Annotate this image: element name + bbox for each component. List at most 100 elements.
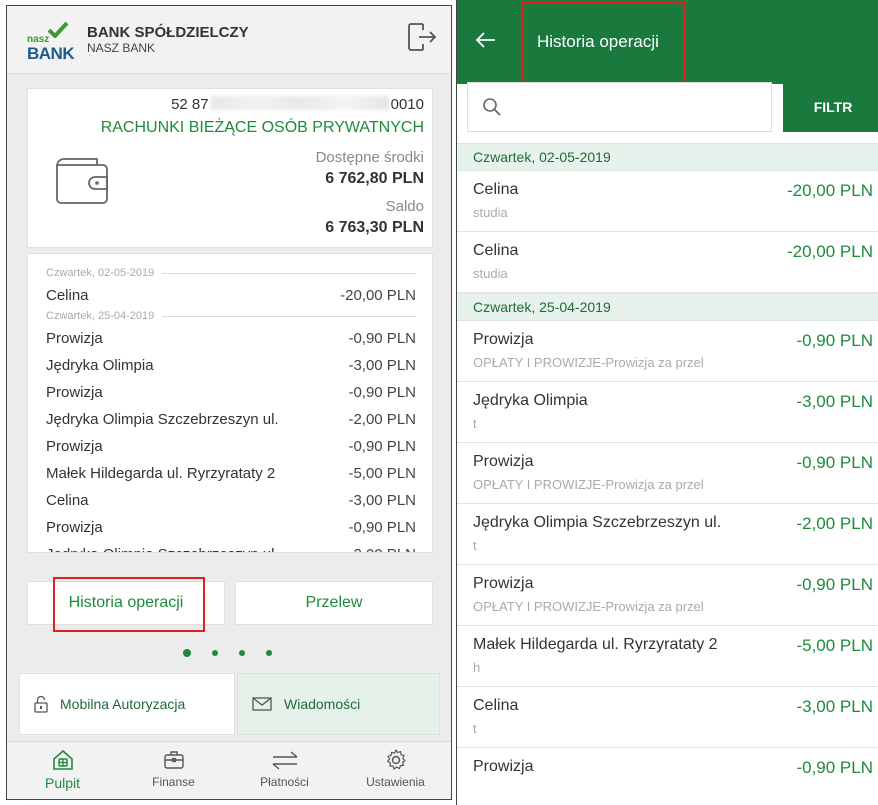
back-arrow-icon[interactable] <box>475 30 497 50</box>
operation-row[interactable]: Celina -20,00 PLN <box>46 282 416 309</box>
operation-row[interactable]: Jędryka Olimpia Szczebrzeszyn ul. -2,00 P… <box>46 541 416 552</box>
transaction-name: Małek Hildegarda ul. Ryrzyrataty 2 <box>473 636 718 653</box>
bank-logo: nasz BANK <box>27 22 79 63</box>
account-card[interactable]: 52 87 0010 RACHUNKI BIEŻĄCE OSÓB PRYWATNY… <box>27 88 433 248</box>
filter-button[interactable]: FILTR <box>783 82 878 132</box>
nav-pulpit[interactable]: Pulpit <box>7 742 118 799</box>
nav-finanse-label: Finanse <box>152 775 195 789</box>
search-input[interactable] <box>512 93 762 123</box>
transaction-amount: -0,90 PLN <box>796 758 873 777</box>
carousel-dot[interactable] <box>239 650 245 656</box>
date-section-header: Czwartek, 02-05-2019 <box>457 143 878 171</box>
nav-ustawienia[interactable]: Ustawienia <box>340 742 451 799</box>
account-number-masked <box>210 96 389 110</box>
carousel-dots[interactable] <box>183 649 272 657</box>
transaction-name: Celina <box>473 697 519 714</box>
transfer-button[interactable]: Przelew <box>235 581 433 625</box>
transaction-name: Prowizja <box>473 758 534 775</box>
transaction-name: Jędryka Olimpia <box>473 392 588 409</box>
operation-name: Małek Hildegarda ul. Ryrzyrataty 2 <box>46 465 276 482</box>
operation-name: Celina <box>46 492 89 509</box>
wallet-icon <box>56 158 108 204</box>
transaction-row[interactable]: Prowizja -0,90 PLN <box>457 748 878 805</box>
operation-row[interactable]: Małek Hildegarda ul. Ryrzyrataty 2 -5,00 … <box>46 460 416 487</box>
date-divider <box>162 315 416 317</box>
home-icon <box>52 749 73 770</box>
transaction-amount: -0,90 PLN <box>796 575 873 594</box>
transaction-row[interactable]: Prowizja OPŁATY I PROWIZJE-Prowizja za pr… <box>457 321 878 382</box>
transaction-description: OPŁATY I PROWIZJE-Prowizja za przel <box>473 477 704 492</box>
transaction-row[interactable]: Małek Hildegarda ul. Ryrzyrataty 2 h -5,00… <box>457 626 878 687</box>
operation-row[interactable]: Jędryka Olimpia Szczebrzeszyn ul. -2,00 P… <box>46 406 416 433</box>
operation-amount: -0,90 PLN <box>348 330 416 347</box>
transaction-row[interactable]: Celina studia -20,00 PLN <box>457 171 878 232</box>
transaction-amount: -2,00 PLN <box>796 514 873 533</box>
operation-date-header: Czwartek, 25-04-2019 <box>46 309 416 323</box>
operation-row[interactable]: Prowizja -0,90 PLN <box>46 325 416 352</box>
account-number: 52 87 0010 <box>171 96 424 113</box>
operation-name: Prowizja <box>46 384 103 401</box>
logo-big-text: BANK <box>27 44 75 63</box>
operation-amount: -5,00 PLN <box>348 465 416 482</box>
bottom-navigation: Pulpit Finanse Płatności Ustawienia <box>7 741 451 799</box>
transaction-row[interactable]: Prowizja OPŁATY I PROWIZJE-Prowizja za pr… <box>457 565 878 626</box>
account-type: RACHUNKI BIEŻĄCE OSÓB PRYWATNYCH <box>100 119 424 136</box>
transaction-row[interactable]: Jędryka Olimpia t -3,00 PLN <box>457 382 878 443</box>
transaction-description: OPŁATY I PROWIZJE-Prowizja za przel <box>473 355 704 370</box>
carousel-dot[interactable] <box>266 650 272 656</box>
nav-platnosci[interactable]: Płatności <box>229 742 340 799</box>
operation-row[interactable]: Prowizja -0,90 PLN <box>46 514 416 541</box>
transaction-description: OPŁATY I PROWIZJE-Prowizja za przel <box>473 599 704 614</box>
transfer-arrows-icon <box>272 751 297 770</box>
operation-row[interactable]: Prowizja -0,90 PLN <box>46 379 416 406</box>
transaction-row[interactable]: Celina studia -20,00 PLN <box>457 232 878 293</box>
logout-button[interactable] <box>405 20 437 54</box>
transaction-description: t <box>473 416 477 431</box>
operation-name: Prowizja <box>46 519 103 536</box>
operation-date-header: Czwartek, 02-05-2019 <box>46 266 416 280</box>
operation-row[interactable]: Jędryka Olimpia -3,00 PLN <box>46 352 416 379</box>
search-box[interactable] <box>467 82 772 132</box>
carousel-dot[interactable] <box>183 649 191 657</box>
operation-name: Jędryka Olimpia Szczebrzeszyn ul. <box>46 411 279 428</box>
carousel-dot[interactable] <box>212 650 218 656</box>
available-funds-label: Dostępne środki <box>315 149 424 166</box>
operation-amount: -0,90 PLN <box>348 519 416 536</box>
operation-amount: -0,90 PLN <box>348 384 416 401</box>
mobile-authorization-tile[interactable]: Mobilna Autoryzacja <box>19 673 235 735</box>
transaction-row[interactable]: Prowizja OPŁATY I PROWIZJE-Prowizja za pr… <box>457 443 878 504</box>
balance-label: Saldo <box>385 198 424 215</box>
account-number-start: 52 87 <box>171 96 209 113</box>
app-header: nasz BANK BANK SPÓŁDZIELCZY NASZ BANK <box>7 6 451 74</box>
nav-ustawienia-label: Ustawienia <box>366 775 425 789</box>
transaction-amount: -0,90 PLN <box>796 331 873 350</box>
operation-name: Celina <box>46 287 89 304</box>
operation-amount: -2,00 PLN <box>348 546 416 552</box>
gear-icon <box>386 749 406 770</box>
date-section-header: Czwartek, 25-04-2019 <box>457 293 878 321</box>
messages-label: Wiadomości <box>284 696 361 712</box>
padlock-icon <box>34 695 48 713</box>
transaction-amount: -3,00 PLN <box>796 392 873 411</box>
operation-amount: -2,00 PLN <box>348 411 416 428</box>
date-divider <box>162 272 416 274</box>
account-number-end: 0010 <box>390 96 424 113</box>
operation-row[interactable]: Celina -3,00 PLN <box>46 487 416 514</box>
operation-row[interactable]: Prowizja -0,90 PLN <box>46 433 416 460</box>
transaction-row[interactable]: Celina t -3,00 PLN <box>457 687 878 748</box>
transaction-name: Prowizja <box>473 453 534 470</box>
transaction-name: Prowizja <box>473 331 534 348</box>
operations-list: Czwartek, 02-05-2019 Celina studia -20,00 P… <box>457 143 878 805</box>
bank-subtitle: NASZ BANK <box>87 41 156 55</box>
operation-amount: -20,00 PLN <box>340 287 416 304</box>
nav-finanse[interactable]: Finanse <box>118 742 229 799</box>
bank-name: BANK SPÓŁDZIELCZY <box>87 24 249 41</box>
transaction-description: h <box>473 660 481 675</box>
transaction-name: Celina <box>473 242 519 259</box>
messages-tile[interactable]: Wiadomości <box>237 673 440 735</box>
transaction-row[interactable]: Jędryka Olimpia Szczebrzeszyn ul. t -2,00 … <box>457 504 878 565</box>
transaction-description: studia <box>473 205 508 220</box>
operation-amount: -3,00 PLN <box>348 492 416 509</box>
search-icon <box>483 98 501 116</box>
mobile-authorization-label: Mobilna Autoryzacja <box>60 696 186 712</box>
